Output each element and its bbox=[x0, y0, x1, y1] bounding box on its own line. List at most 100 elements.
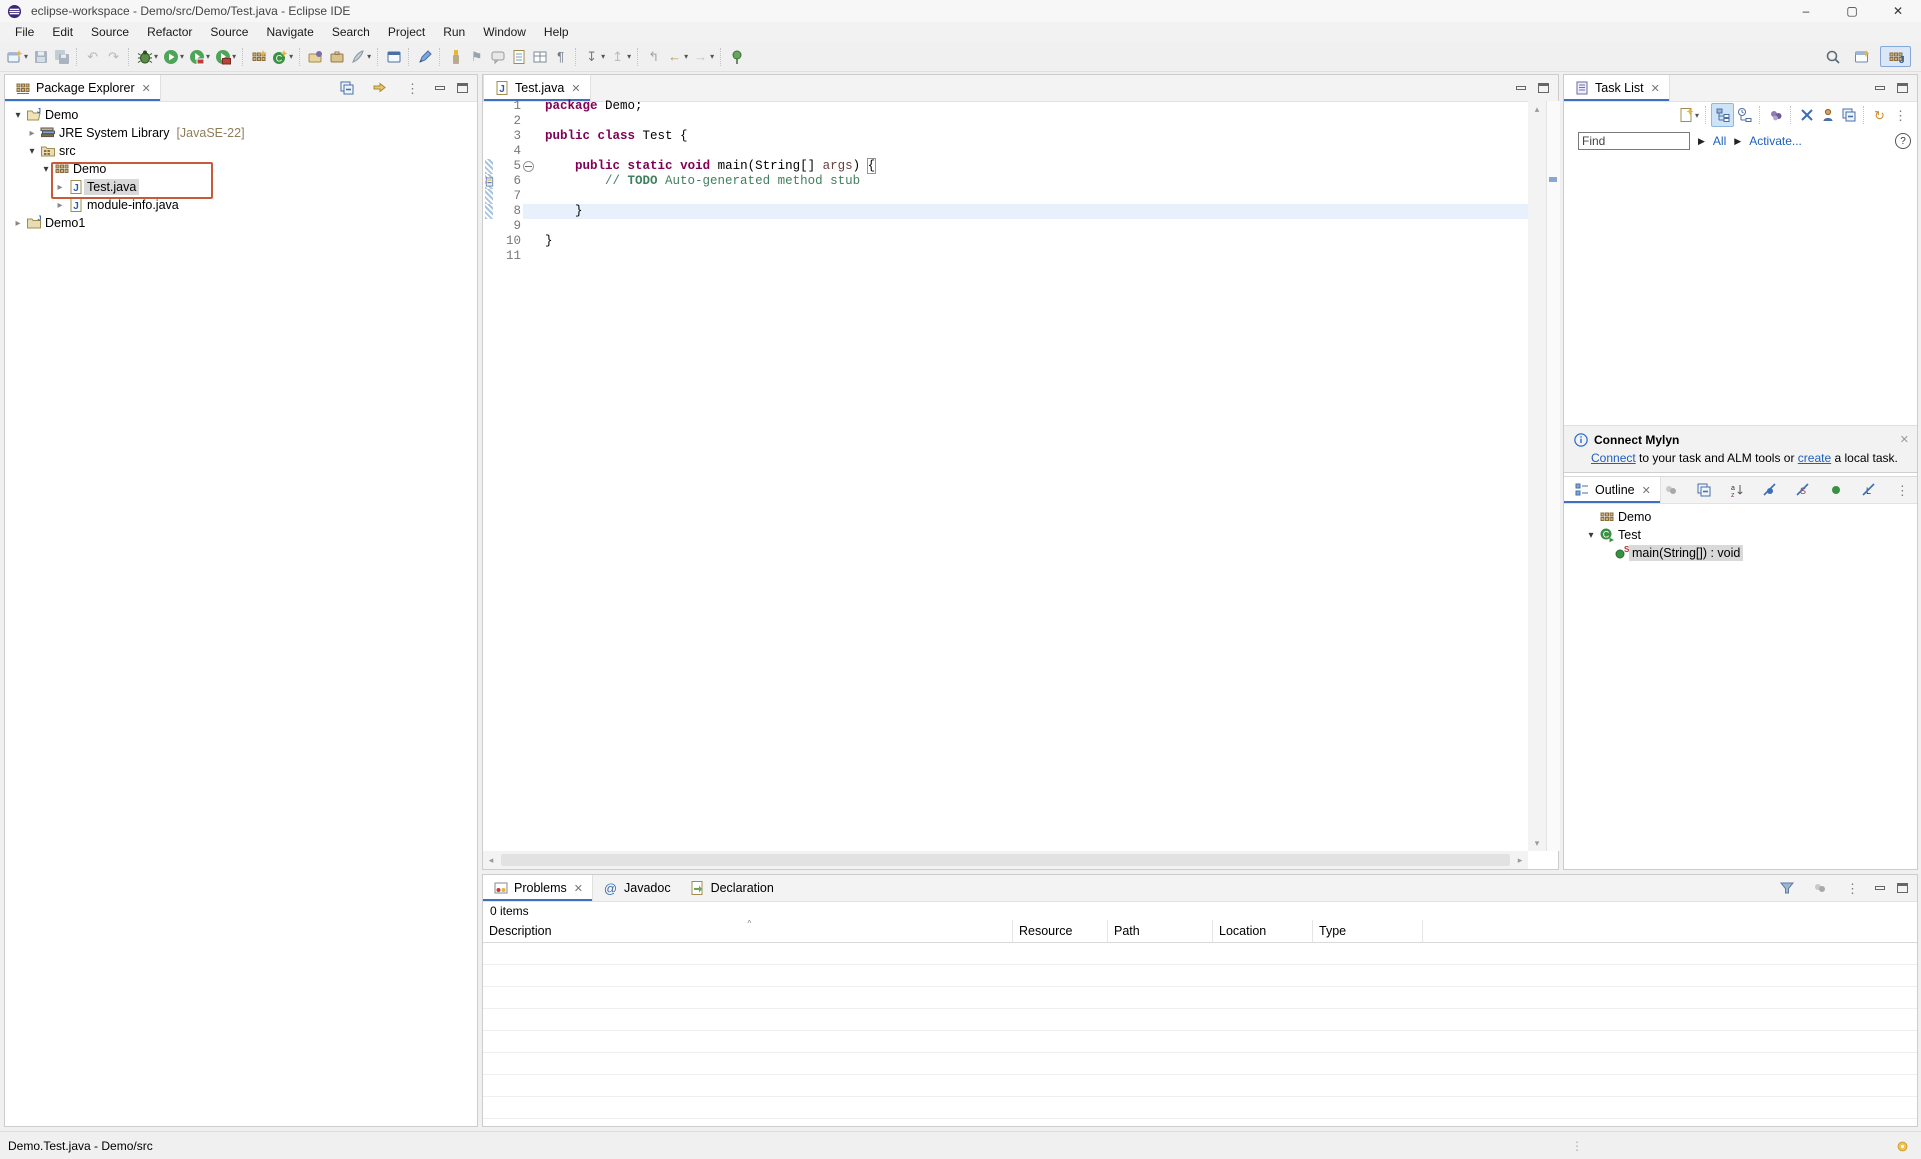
code-text[interactable] bbox=[535, 249, 545, 264]
annotation-ruler[interactable] bbox=[483, 204, 497, 219]
last-edit-location-icon[interactable]: ↰ bbox=[643, 45, 664, 69]
maximize-window-button[interactable]: ▢ bbox=[1829, 0, 1875, 22]
dropdown-arrow-icon[interactable]: ▾ bbox=[180, 52, 184, 61]
annotation-ruler[interactable] bbox=[483, 114, 497, 129]
menu-search[interactable]: Search bbox=[323, 23, 379, 41]
new-task-icon[interactable]: ▾ bbox=[1676, 104, 1701, 126]
tab-javadoc[interactable]: @Javadoc bbox=[593, 875, 680, 901]
dropdown-arrow-icon[interactable]: ▾ bbox=[232, 52, 236, 61]
editor-line-9[interactable]: 9 bbox=[483, 219, 1528, 234]
pkgexp-item-demo1[interactable]: ▸JDemo1 bbox=[5, 214, 477, 232]
forward-icon[interactable]: →▾ bbox=[690, 45, 716, 69]
scroll-down-icon[interactable]: ▾ bbox=[1528, 835, 1546, 851]
find-input[interactable] bbox=[1578, 132, 1690, 150]
view-menu-icon[interactable]: ⋮ bbox=[1890, 104, 1911, 126]
synchronize-icon[interactable]: ↻ bbox=[1869, 104, 1890, 126]
chevron-right-icon[interactable]: ▸ bbox=[25, 128, 39, 139]
editor-line-7[interactable]: 7 bbox=[483, 189, 1528, 204]
expand-icon[interactable]: ▶ bbox=[1734, 136, 1741, 147]
annotation-ruler[interactable] bbox=[483, 159, 497, 174]
scrollbar-thumb[interactable] bbox=[501, 854, 1510, 866]
dismiss-icon[interactable]: ✕ bbox=[1900, 433, 1909, 446]
annotation-ruler[interactable] bbox=[483, 249, 497, 264]
back-icon[interactable]: ←▾ bbox=[664, 45, 690, 69]
overview-ruler[interactable] bbox=[1546, 101, 1560, 851]
column-header-path[interactable]: Path bbox=[1108, 920, 1213, 942]
console-icon[interactable] bbox=[383, 45, 404, 69]
next-annotation-icon[interactable]: ↧▾ bbox=[581, 45, 607, 69]
clear-icon[interactable] bbox=[1796, 104, 1817, 126]
external-tools-icon[interactable]: ▾ bbox=[212, 45, 238, 69]
focus-icon[interactable] bbox=[1809, 877, 1830, 899]
editor-line-1[interactable]: 1package Demo; bbox=[483, 99, 1528, 114]
minimize-icon[interactable] bbox=[1875, 886, 1885, 890]
pkgexp-item-jre-system-library[interactable]: ▸JRE System Library[JavaSE-22] bbox=[5, 124, 477, 142]
all-link[interactable]: All bbox=[1713, 134, 1726, 148]
flag-icon[interactable]: ⚑ bbox=[466, 45, 487, 69]
tab-declaration[interactable]: Declaration bbox=[680, 875, 783, 901]
code-viewport[interactable]: 1package Demo;23public class Test {45 pu… bbox=[483, 99, 1528, 851]
menu-navigate[interactable]: Navigate bbox=[257, 23, 322, 41]
scroll-up-icon[interactable]: ▴ bbox=[1528, 101, 1546, 117]
collapse-fold-icon[interactable] bbox=[523, 161, 534, 172]
open-perspective-icon[interactable] bbox=[1851, 45, 1872, 69]
torch-icon[interactable] bbox=[445, 45, 466, 69]
tab-problems[interactable]: Problems✕ bbox=[483, 875, 593, 901]
search-icon[interactable] bbox=[1822, 45, 1843, 69]
chevron-down-icon[interactable]: ▾ bbox=[11, 110, 25, 121]
close-icon[interactable]: ✕ bbox=[1651, 82, 1660, 95]
chevron-right-icon[interactable]: ▸ bbox=[53, 200, 67, 211]
maximize-icon[interactable] bbox=[1538, 83, 1549, 93]
tab-outline[interactable]: Outline ✕ bbox=[1564, 477, 1661, 503]
dropdown-arrow-icon[interactable]: ▾ bbox=[684, 52, 688, 61]
code-text[interactable]: public class Test { bbox=[535, 129, 688, 144]
close-icon[interactable]: ✕ bbox=[142, 82, 151, 95]
close-icon[interactable]: ✕ bbox=[571, 82, 580, 95]
collapse-all-icon[interactable] bbox=[1694, 479, 1715, 501]
editor-line-3[interactable]: 3public class Test { bbox=[483, 129, 1528, 144]
expand-icon[interactable]: ▶ bbox=[1698, 136, 1705, 147]
code-text[interactable]: } bbox=[535, 234, 553, 249]
chevron-right-icon[interactable]: ▸ bbox=[11, 218, 25, 229]
dropdown-arrow-icon[interactable]: ▾ bbox=[24, 52, 28, 61]
annotation-ruler[interactable] bbox=[483, 144, 497, 159]
focus-active-task-icon[interactable] bbox=[1661, 479, 1682, 501]
show-whitespace-icon[interactable]: ¶ bbox=[550, 45, 571, 69]
link-with-editor-icon[interactable] bbox=[369, 77, 390, 99]
undo-icon[interactable]: ↶ bbox=[82, 45, 103, 69]
close-icon[interactable]: ✕ bbox=[1642, 484, 1651, 497]
editor-line-10[interactable]: 10} bbox=[483, 234, 1528, 249]
menu-help[interactable]: Help bbox=[535, 23, 578, 41]
annotation-ruler[interactable] bbox=[483, 219, 497, 234]
pkgexp-item-src[interactable]: ▾src bbox=[5, 142, 477, 160]
tab-task-list[interactable]: Task List ✕ bbox=[1564, 75, 1670, 101]
column-header-description[interactable]: Description^ bbox=[483, 920, 1013, 942]
dropdown-arrow-icon[interactable]: ▾ bbox=[627, 52, 631, 61]
annotation-ruler[interactable] bbox=[483, 234, 497, 249]
help-icon[interactable]: ? bbox=[1895, 133, 1911, 149]
menu-source[interactable]: Source bbox=[201, 23, 257, 41]
previous-annotation-icon[interactable]: ↥▾ bbox=[607, 45, 633, 69]
code-text[interactable] bbox=[535, 189, 545, 204]
outline-item-demo[interactable]: Demo bbox=[1564, 508, 1917, 526]
overview-marker[interactable] bbox=[1549, 177, 1557, 182]
debug-icon[interactable]: ▾ bbox=[134, 45, 160, 69]
menu-source[interactable]: Source bbox=[82, 23, 138, 41]
filter-icon[interactable] bbox=[1776, 877, 1797, 899]
code-text[interactable] bbox=[535, 219, 545, 234]
fold-column[interactable] bbox=[523, 159, 535, 174]
column-header-location[interactable]: Location bbox=[1213, 920, 1313, 942]
new-java-class-icon[interactable]: C▾ bbox=[269, 45, 295, 69]
run-icon[interactable]: ▾ bbox=[160, 45, 186, 69]
collapse-all-icon[interactable] bbox=[1838, 104, 1859, 126]
code-text[interactable]: package Demo; bbox=[535, 99, 643, 114]
create-link[interactable]: create bbox=[1798, 451, 1831, 465]
focus-workweek-icon[interactable] bbox=[1765, 104, 1786, 126]
categorized-view-icon[interactable] bbox=[1711, 103, 1734, 127]
scroll-left-icon[interactable]: ◂ bbox=[483, 855, 499, 866]
tab-package-explorer[interactable]: Package Explorer ✕ bbox=[5, 75, 161, 101]
view-menu-icon[interactable]: ⋮ bbox=[402, 77, 423, 99]
code-text[interactable] bbox=[535, 114, 545, 129]
dropdown-arrow-icon[interactable]: ▾ bbox=[367, 52, 371, 61]
java-perspective-button[interactable]: J bbox=[1880, 46, 1911, 67]
